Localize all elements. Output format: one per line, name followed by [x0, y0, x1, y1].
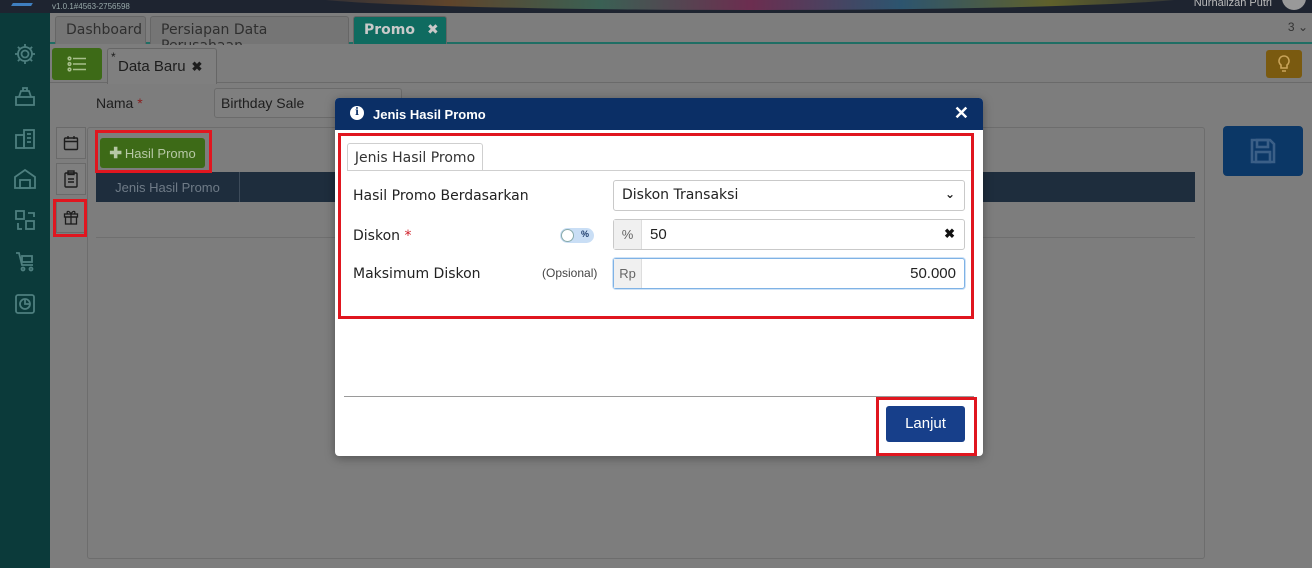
lightbulb-icon: [1278, 55, 1290, 72]
cashier-icon[interactable]: [12, 84, 38, 110]
open-tabs-count-value: 3: [1287, 20, 1295, 34]
gift-tab[interactable]: [56, 201, 86, 233]
nama-label-text: Nama: [96, 95, 134, 111]
hint-button[interactable]: [1266, 50, 1302, 78]
building-icon[interactable]: [12, 126, 38, 152]
hasil-promo-selected: Diskon Transaksi: [622, 187, 739, 203]
tab-divider: [347, 170, 971, 171]
tab-promo-label: Promo: [364, 22, 415, 38]
lanjut-button[interactable]: Lanjut: [886, 406, 965, 442]
maksimum-diskon-label: Maksimum Diskon: [353, 266, 481, 282]
banner-decoration: [300, 0, 1200, 10]
save-button[interactable]: [1223, 126, 1303, 176]
app-version: v1.0.1#4563-2756598: [52, 2, 130, 11]
gift-icon: [63, 210, 79, 225]
open-tabs-count[interactable]: 3 ⌄: [1288, 20, 1308, 34]
cart-icon[interactable]: [12, 249, 38, 275]
plus-icon: ✚: [109, 145, 122, 162]
gear-icon[interactable]: [12, 41, 38, 67]
column-header-jenis-hasil-promo[interactable]: Jenis Hasil Promo: [96, 172, 240, 202]
user-name[interactable]: Nurhalizah Putri: [1194, 0, 1272, 9]
subtab-label: Data Baru: [118, 58, 186, 75]
percent-addon: %: [614, 220, 642, 249]
maksimum-diskon-value: 50.000: [910, 265, 956, 282]
sub-toolbar: * Data Baru ✖: [50, 45, 1312, 84]
toggle-knob: [561, 229, 574, 242]
hasil-promo-select[interactable]: Diskon Transaksi ⌄: [613, 180, 965, 211]
diskon-label: Diskon *: [353, 228, 411, 244]
clear-icon[interactable]: ✖: [944, 226, 955, 242]
footer-divider: [344, 396, 974, 397]
warehouse-icon[interactable]: [12, 166, 38, 192]
calendar-icon: [63, 136, 79, 151]
add-hasil-promo-button[interactable]: ✚ Hasil Promo: [100, 138, 205, 168]
tab-dashboard[interactable]: Dashboard: [55, 16, 146, 44]
info-icon: i: [350, 106, 364, 120]
tab-promo[interactable]: Promo ✖: [353, 16, 447, 44]
add-hasil-promo-label: Hasil Promo: [124, 145, 196, 161]
main-tabbar: Dashboard Persiapan Data Perusahaan Prom…: [50, 13, 1312, 54]
subtab-data-baru[interactable]: * Data Baru ✖: [107, 48, 217, 84]
diskon-input[interactable]: % 50 ✖: [613, 219, 965, 250]
hasil-promo-label: Hasil Promo Berdasarkan: [353, 188, 529, 204]
required-marker: *: [137, 95, 143, 111]
clipboard-tab[interactable]: [56, 163, 86, 195]
close-icon[interactable]: ✖: [427, 22, 439, 38]
rupiah-addon: Rp: [614, 259, 642, 288]
list-view-button[interactable]: [52, 48, 102, 80]
boxes-icon[interactable]: [12, 207, 38, 233]
app-logo: [11, 0, 37, 6]
chevron-down-icon: ⌄: [944, 187, 955, 201]
tab-persiapan-data[interactable]: Persiapan Data Perusahaan: [150, 16, 349, 54]
maksimum-diskon-input[interactable]: Rp 50.000: [613, 258, 965, 289]
diskon-value: 50: [650, 226, 667, 243]
close-icon[interactable]: ✕: [954, 104, 969, 122]
toggle-percent-text: %: [580, 229, 589, 239]
calendar-tab[interactable]: [56, 127, 86, 159]
percent-toggle[interactable]: %: [560, 228, 594, 243]
unsaved-marker: *: [111, 50, 116, 64]
nama-label: Nama *: [96, 95, 143, 111]
clipboard-icon: [64, 170, 78, 188]
close-icon[interactable]: ✖: [192, 59, 203, 74]
report-icon[interactable]: [12, 291, 38, 317]
tab-jenis-hasil-promo[interactable]: Jenis Hasil Promo: [347, 143, 483, 171]
dialog-title: Jenis Hasil Promo: [373, 107, 486, 122]
top-banner: v1.0.1#4563-2756598 Nurhalizah Putri: [0, 0, 1312, 13]
avatar[interactable]: [1282, 0, 1306, 10]
optional-hint: (Opsional): [542, 266, 598, 280]
sidebar: [0, 13, 50, 568]
required-marker: *: [404, 228, 412, 244]
dialog-header: i Jenis Hasil Promo ✕: [335, 98, 983, 130]
save-icon: [1250, 138, 1276, 164]
diskon-label-text: Diskon: [353, 228, 401, 244]
list-icon: [67, 56, 86, 72]
jenis-hasil-promo-dialog: i Jenis Hasil Promo ✕ Jenis Hasil Promo …: [335, 98, 983, 456]
